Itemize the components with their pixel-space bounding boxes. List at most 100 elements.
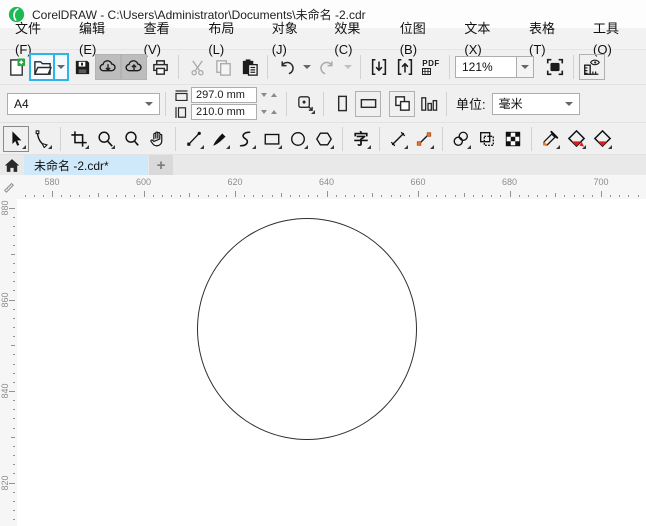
ruler-origin-icon xyxy=(3,181,15,193)
nudge-offset-button[interactable] xyxy=(292,91,318,117)
ruler-tick xyxy=(537,195,538,197)
ruler-label: 880 xyxy=(0,199,10,223)
document-tab-label: 未命名 -2.cdr* xyxy=(34,157,109,174)
freehand-tool[interactable] xyxy=(181,126,207,152)
ruler-tick xyxy=(13,428,15,429)
cloud-download-button[interactable] xyxy=(95,54,121,80)
fullscreen-preview-button[interactable] xyxy=(542,54,568,80)
document-tab-active[interactable]: 未命名 -2.cdr* xyxy=(24,155,148,175)
ruler-tick xyxy=(345,195,346,197)
undo-icon xyxy=(277,58,296,77)
undo-dropdown-button[interactable] xyxy=(299,54,314,80)
publish-pdf-button[interactable]: PDF xyxy=(418,54,444,80)
cloud-upload-button[interactable] xyxy=(121,54,147,80)
vertical-ruler[interactable]: 820840860880 xyxy=(0,199,17,526)
page-size-combo[interactable]: A4 xyxy=(7,93,160,115)
zoom-level-combo[interactable]: 121% xyxy=(455,56,517,78)
landscape-button[interactable] xyxy=(355,91,381,117)
page-width-spinner[interactable] xyxy=(257,87,281,103)
paste-button[interactable] xyxy=(236,54,262,80)
page-width-field[interactable]: 297.0 mm xyxy=(191,87,257,103)
page-height-spinner[interactable] xyxy=(257,104,281,120)
ruler-origin-button[interactable] xyxy=(0,175,17,199)
interactive-fill-tool[interactable] xyxy=(563,126,589,152)
all-pages-button[interactable] xyxy=(389,91,415,117)
mesh-pattern-tool[interactable] xyxy=(500,126,526,152)
ruler-label: 600 xyxy=(136,177,151,187)
ruler-tick xyxy=(198,195,199,197)
pan-tool[interactable] xyxy=(144,126,170,152)
crop-tool[interactable] xyxy=(66,126,92,152)
zoom-out-tool[interactable] xyxy=(118,126,144,152)
export-button[interactable] xyxy=(392,54,418,80)
ruler-label: 700 xyxy=(593,177,608,187)
undo-button[interactable] xyxy=(273,54,299,80)
portrait-button[interactable] xyxy=(329,91,355,117)
connector-tool[interactable] xyxy=(411,126,437,152)
menu-text[interactable]: 文本(X) xyxy=(451,18,516,60)
units-combo[interactable]: 毫米 xyxy=(492,93,580,115)
rectangle-tool[interactable] xyxy=(259,126,285,152)
ellipse-tool[interactable] xyxy=(285,126,311,152)
transparency-tool[interactable] xyxy=(474,126,500,152)
ruler-tick xyxy=(25,195,26,197)
ruler-tick xyxy=(13,318,15,319)
ruler-tick xyxy=(43,195,44,197)
ruler-label: 620 xyxy=(227,177,242,187)
page-height-field[interactable]: 210.0 mm xyxy=(191,104,257,120)
ruler-tick xyxy=(226,195,227,197)
bezier-tool[interactable] xyxy=(233,126,259,152)
ruler-tick xyxy=(89,195,90,197)
ruler-tick xyxy=(162,195,163,197)
redo-dropdown-button xyxy=(340,54,355,80)
ruler-tick xyxy=(13,373,15,374)
print-button[interactable] xyxy=(147,54,173,80)
show-rulers-button[interactable] xyxy=(579,54,605,80)
pick-tool[interactable] xyxy=(3,126,29,152)
ruler-tick xyxy=(13,226,15,227)
page-dimensions-group: 297.0 mm 210.0 mm xyxy=(175,87,281,120)
ruler-tick xyxy=(628,195,629,197)
ruler-tick xyxy=(153,195,154,197)
plus-icon: + xyxy=(157,157,166,174)
ruler-tick xyxy=(208,195,209,197)
dimension-tool[interactable] xyxy=(385,126,411,152)
toolbar-divider xyxy=(449,55,450,79)
text-tool[interactable]: 字 xyxy=(348,126,374,152)
eyedropper-tool[interactable] xyxy=(537,126,563,152)
ruler-tick xyxy=(34,195,35,197)
current-page-button[interactable] xyxy=(415,91,441,117)
shape-tool-icon xyxy=(33,130,51,148)
canvas[interactable] xyxy=(17,199,646,526)
drop-shadow-tool[interactable] xyxy=(448,126,474,152)
zoom-tool[interactable] xyxy=(92,126,118,152)
open-button[interactable] xyxy=(29,53,55,81)
home-icon xyxy=(4,158,20,173)
home-button[interactable] xyxy=(0,155,24,175)
interactive-fill-tool-icon xyxy=(567,129,586,148)
shape-tool[interactable] xyxy=(29,126,55,152)
ruler-tick xyxy=(327,191,328,197)
ruler-tick xyxy=(13,309,15,310)
horizontal-ruler[interactable]: 580600620640660680700 xyxy=(17,175,646,199)
text-tool-icon: 字 xyxy=(353,128,368,149)
ruler-tick xyxy=(13,281,15,282)
ruler-tick xyxy=(13,400,15,401)
new-document-button[interactable] xyxy=(3,54,29,80)
ruler-tick xyxy=(510,191,511,197)
new-tab-button[interactable]: + xyxy=(149,155,173,175)
artistic-media-tool[interactable] xyxy=(207,126,233,152)
ruler-tick xyxy=(299,195,300,197)
polygon-tool[interactable] xyxy=(311,126,337,152)
import-button[interactable] xyxy=(366,54,392,80)
cut-icon xyxy=(188,58,207,77)
drawing-area: 580600620640660680700 820840860880 xyxy=(0,175,646,526)
ellipse-shape[interactable] xyxy=(197,218,417,440)
zoom-level-dropdown-button[interactable] xyxy=(517,56,534,78)
save-button[interactable] xyxy=(69,54,95,80)
smart-fill-tool[interactable] xyxy=(589,126,615,152)
ruler-tick xyxy=(13,464,15,465)
zoom-tool-icon xyxy=(96,130,114,148)
open-icon xyxy=(33,58,52,77)
open-dropdown-button[interactable] xyxy=(55,53,69,81)
